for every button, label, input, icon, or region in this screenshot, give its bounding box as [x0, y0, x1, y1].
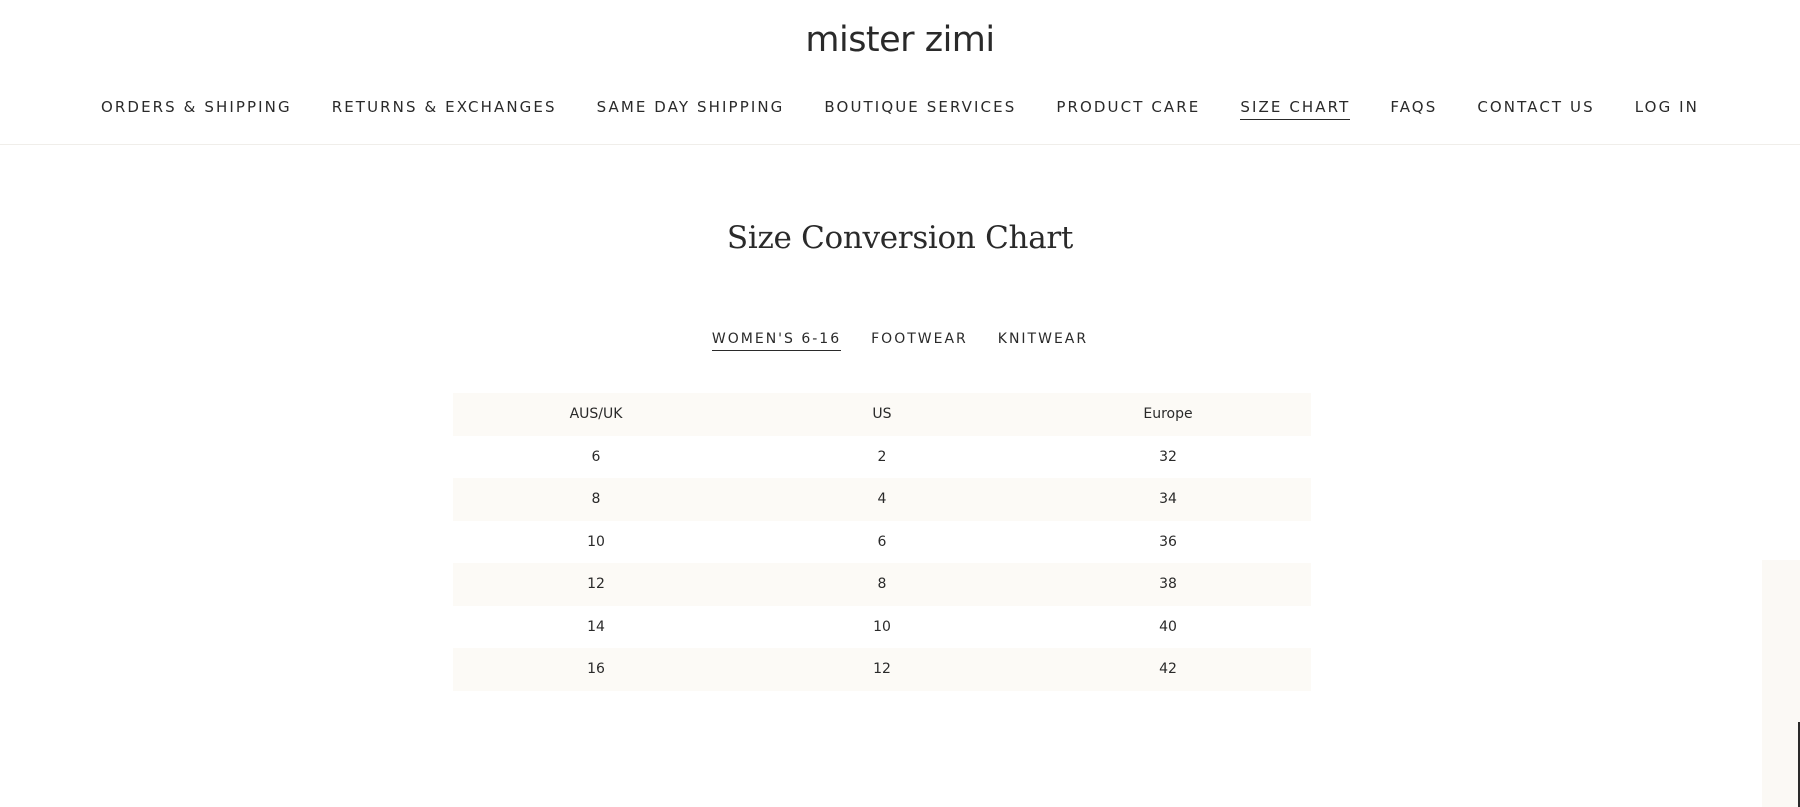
table-cell: 8 — [877, 576, 887, 593]
page-title: Size Conversion Chart — [726, 220, 1074, 256]
table-row: 12 8 38 — [453, 563, 1311, 606]
table-header-row: AUS/UK US Europe — [453, 393, 1311, 436]
table-cell: 36 — [1159, 533, 1177, 550]
table-row: 14 10 40 — [453, 606, 1311, 649]
table-row: 16 12 42 — [453, 648, 1311, 691]
brand-logo[interactable]: mister zimi — [0, 18, 1800, 62]
table-cell: 34 — [1159, 491, 1177, 508]
table-row: 6 2 32 — [453, 436, 1311, 479]
size-conversion-table: AUS/UK US Europe 6 2 32 8 4 34 10 6 36 1… — [453, 393, 1311, 691]
column-header-us: US — [872, 406, 892, 423]
nav-item-boutique-services[interactable]: BOUTIQUE SERVICES — [824, 98, 1016, 120]
table-cell: 16 — [587, 661, 605, 678]
table-row: 8 4 34 — [453, 478, 1311, 521]
table-cell: 12 — [873, 661, 891, 678]
nav-item-size-chart[interactable]: SIZE CHART — [1240, 98, 1351, 120]
nav-item-contact-us[interactable]: CONTACT US — [1477, 98, 1594, 120]
nav-item-same-day-shipping[interactable]: SAME DAY SHIPPING — [597, 98, 785, 120]
tab-knitwear[interactable]: KNITWEAR — [998, 331, 1088, 351]
table-cell: 14 — [587, 618, 605, 635]
table-cell: 38 — [1159, 576, 1177, 593]
main-nav: ORDERS & SHIPPING RETURNS & EXCHANGES SA… — [0, 98, 1800, 120]
size-category-tabs: WOMEN'S 6-16 FOOTWEAR KNITWEAR — [0, 331, 1800, 351]
table-cell: 32 — [1159, 448, 1177, 465]
column-header-europe: Europe — [1143, 406, 1193, 423]
table-cell: 42 — [1159, 661, 1177, 678]
side-panel-edge — [1762, 560, 1800, 807]
table-cell: 6 — [877, 533, 887, 550]
nav-item-log-in[interactable]: LOG IN — [1635, 98, 1699, 120]
tab-womens-6-16[interactable]: WOMEN'S 6-16 — [711, 331, 842, 351]
table-cell: 10 — [587, 533, 605, 550]
nav-item-orders-shipping[interactable]: ORDERS & SHIPPING — [101, 98, 292, 120]
tab-footwear[interactable]: FOOTWEAR — [871, 331, 968, 351]
table-cell: 12 — [587, 576, 605, 593]
table-cell: 4 — [877, 491, 887, 508]
site-header: mister zimi ORDERS & SHIPPING RETURNS & … — [0, 0, 1800, 145]
table-cell: 6 — [591, 448, 601, 465]
table-cell: 10 — [873, 618, 891, 635]
table-cell: 2 — [877, 448, 887, 465]
table-row: 10 6 36 — [453, 521, 1311, 564]
table-cell: 8 — [591, 491, 601, 508]
nav-item-faqs[interactable]: FAQS — [1390, 98, 1437, 120]
table-cell: 40 — [1159, 618, 1177, 635]
nav-item-returns-exchanges[interactable]: RETURNS & EXCHANGES — [332, 98, 557, 120]
column-header-aus-uk: AUS/UK — [569, 406, 623, 423]
nav-item-product-care[interactable]: PRODUCT CARE — [1056, 98, 1200, 120]
